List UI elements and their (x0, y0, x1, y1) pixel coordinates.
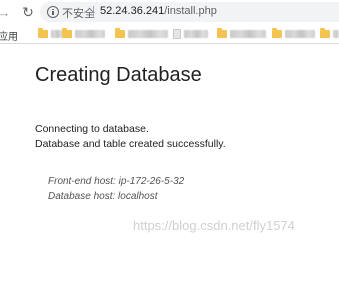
folder-icon (62, 27, 72, 38)
back-button[interactable]: → (0, 4, 12, 20)
bookmark-item[interactable] (115, 27, 168, 39)
watermark: https://blog.csdn.net/fly1574 (133, 218, 295, 233)
folder-icon (217, 27, 227, 38)
url-path: /install.php (164, 5, 217, 17)
bookmark-item[interactable] (173, 28, 208, 39)
address-separator: | (92, 5, 95, 17)
bookmark-item[interactable] (272, 27, 315, 39)
apps-shortcut[interactable]: 应用 (0, 28, 18, 43)
bookmark-label-redacted (333, 29, 339, 38)
bookmark-label-redacted (285, 29, 315, 38)
folder-icon (272, 27, 282, 38)
bookmark-label-redacted (230, 29, 266, 38)
address-bar[interactable]: 不安全 | 52.24.36.241/install.php (40, 2, 339, 22)
bookmark-item[interactable] (38, 27, 63, 39)
bookmark-label-redacted (184, 29, 208, 38)
reload-button[interactable]: ↻ (20, 4, 36, 20)
bookmark-item[interactable] (320, 27, 339, 39)
security-label[interactable]: 不安全 (62, 5, 95, 21)
bookmark-label-redacted (128, 29, 168, 38)
url-host: 52.24.36.241 (100, 5, 165, 17)
page-title: Creating Database (35, 64, 202, 86)
folder-icon (320, 27, 330, 38)
frontend-host: Front-end host: ip-172-26-5-32 (48, 176, 185, 187)
arrow-left-icon: → (0, 4, 11, 20)
bookmarks-bar: 应用 (0, 24, 339, 44)
reload-icon: ↻ (22, 3, 34, 20)
bookmark-item[interactable] (62, 27, 105, 39)
database-host: Database host: localhost (48, 191, 158, 202)
info-circle-icon[interactable] (47, 6, 59, 18)
url-text[interactable]: 52.24.36.241/install.php (100, 5, 217, 17)
page-icon (173, 28, 181, 39)
browser-toolbar: → ↻ 不安全 | 52.24.36.241/install.php (0, 0, 339, 25)
status-created: Database and table created successfully. (35, 138, 226, 150)
bookmark-label-redacted (75, 29, 105, 38)
bookmark-item[interactable] (217, 27, 266, 39)
folder-icon (38, 27, 48, 38)
status-connecting: Connecting to database. (35, 123, 149, 135)
folder-icon (115, 27, 125, 38)
